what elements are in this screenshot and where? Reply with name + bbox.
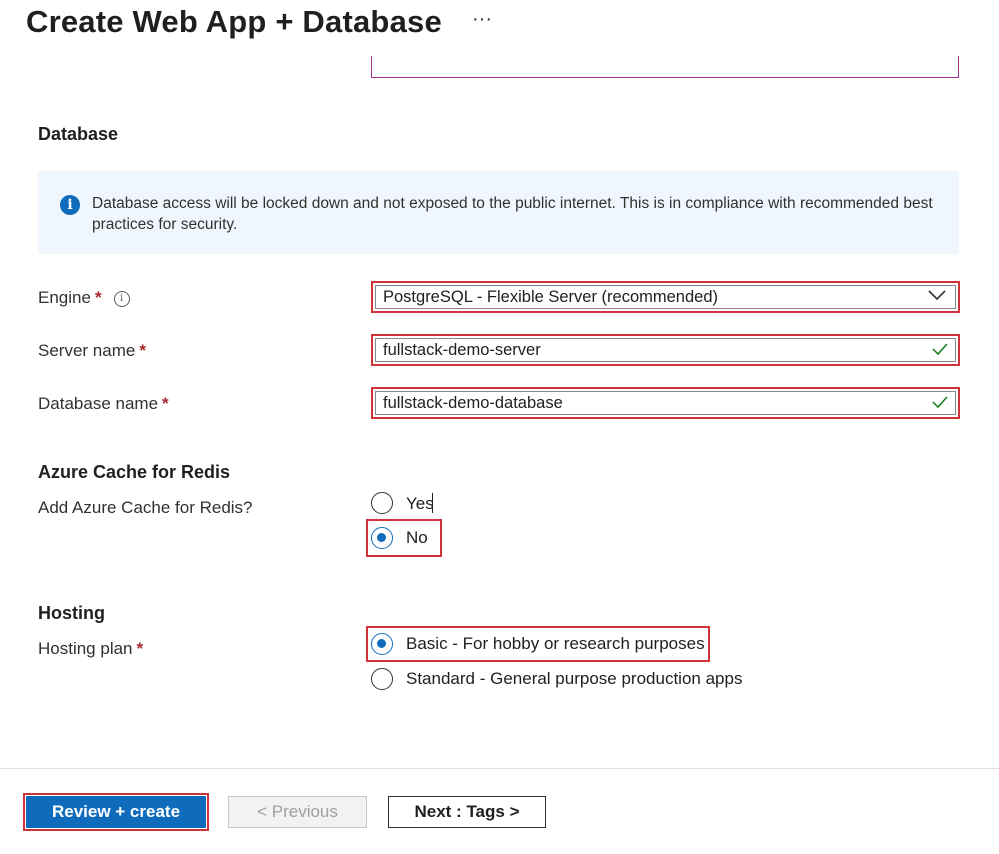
previous-button[interactable]: < Previous (228, 796, 367, 828)
info-message-box: i Database access will be locked down an… (38, 171, 959, 254)
engine-dropdown-value: PostgreSQL - Flexible Server (recommende… (383, 288, 719, 306)
info-icon: i (60, 195, 80, 215)
page-header: Create Web App + Database ··· (0, 0, 999, 56)
more-options-icon[interactable]: ··· (472, 8, 492, 31)
hosting-heading: Hosting (38, 603, 105, 623)
server-name-value: fullstack-demo-server (383, 341, 541, 359)
radio-option-no[interactable]: No (371, 525, 428, 551)
redis-question-label: Add Azure Cache for Redis? (38, 498, 253, 517)
required-marker: * (94, 288, 102, 307)
hosting-plan-label: Hosting plan * (38, 639, 144, 658)
database-name-input[interactable]: fullstack-demo-database (371, 387, 960, 419)
database-heading: Database (38, 124, 119, 144)
text-cursor (431, 492, 433, 513)
database-name-value: fullstack-demo-database (383, 394, 563, 412)
check-icon (932, 396, 948, 409)
radio-basic-label: Basic - For hobby or research purposes (406, 634, 705, 653)
required-marker: * (136, 639, 144, 658)
next-tags-button[interactable]: Next : Tags > (388, 796, 546, 828)
engine-label: Engine * i (38, 288, 130, 308)
engine-info-icon[interactable]: i (113, 291, 130, 307)
required-marker: * (139, 341, 146, 360)
info-message-text: Database access will be locked down and … (92, 195, 933, 233)
engine-dropdown[interactable]: PostgreSQL - Flexible Server (recommende… (371, 281, 960, 313)
radio-standard[interactable] (371, 668, 393, 690)
radio-option-standard[interactable]: Standard - General purpose production ap… (371, 666, 742, 692)
chevron-down-icon (928, 290, 946, 301)
radio-yes[interactable] (371, 492, 393, 514)
server-name-label: Server name * (38, 341, 146, 360)
check-icon (932, 343, 948, 356)
required-marker: * (162, 394, 169, 413)
footer-divider (0, 768, 999, 769)
radio-standard-label: Standard - General purpose production ap… (406, 669, 743, 688)
previous-input-field-edge[interactable] (371, 56, 959, 78)
redis-heading: Azure Cache for Redis (38, 462, 231, 482)
create-web-app-page: Create Web App + Database ··· Database i… (0, 0, 999, 854)
radio-option-yes[interactable]: Yes (371, 490, 434, 516)
server-name-input[interactable]: fullstack-demo-server (371, 334, 960, 366)
database-name-label: Database name * (38, 394, 169, 413)
radio-basic[interactable] (371, 633, 393, 655)
review-create-button[interactable]: Review + create (26, 796, 206, 828)
page-title: Create Web App + Database (26, 4, 442, 39)
radio-no[interactable] (371, 527, 393, 549)
radio-option-basic[interactable]: Basic - For hobby or research purposes (371, 631, 705, 657)
radio-yes-label: Yes (406, 492, 434, 513)
radio-no-label: No (406, 528, 428, 547)
